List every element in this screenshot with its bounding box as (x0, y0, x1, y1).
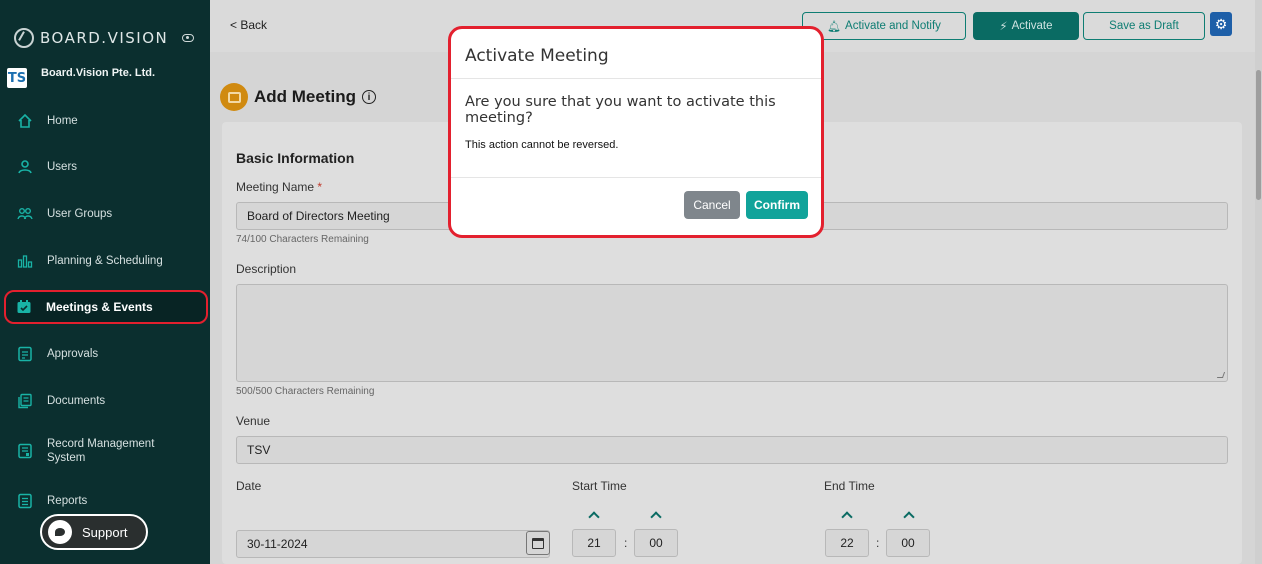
sidebar: BOARD.VISION TS Board.Vision Pte. Ltd. H… (0, 0, 210, 564)
sidebar-item-label: Meetings & Events (46, 300, 153, 314)
gear-icon: ⚙ (1214, 15, 1228, 32)
org-name: Board.Vision Pte. Ltd. (41, 67, 156, 79)
calendar-check-icon (16, 299, 32, 315)
meeting-name-label: Meeting Name * (236, 180, 323, 194)
support-label: Support (82, 524, 128, 540)
brand: BOARD.VISION (14, 26, 200, 50)
sidebar-item-record-management[interactable]: Record Management System (7, 432, 207, 470)
venue-label: Venue (236, 414, 271, 428)
sidebar-item-documents[interactable]: Documents (7, 382, 207, 420)
org-logo: TS (7, 68, 27, 88)
end-hour-up-icon[interactable] (842, 511, 852, 519)
activate-meeting-dialog: Activate Meeting Are you sure that you w… (448, 26, 824, 238)
description-textarea[interactable] (236, 284, 1228, 382)
sidebar-item-label: Reports (47, 495, 88, 507)
bell-icon: 🔔︎ (827, 20, 842, 33)
support-button[interactable]: Support (40, 514, 148, 550)
activate-button[interactable]: ⚡︎ Activate (973, 12, 1079, 40)
documents-icon (17, 393, 33, 409)
sidebar-item-label: Planning & Scheduling (47, 255, 163, 267)
sidebar-item-label: Home (47, 115, 78, 127)
sidebar-item-planning[interactable]: Planning & Scheduling (7, 242, 207, 280)
start-minute-up-icon[interactable] (651, 511, 661, 519)
sidebar-item-approvals[interactable]: Approvals (7, 335, 207, 373)
settings-button[interactable]: ⚙ (1210, 12, 1232, 36)
dialog-divider (451, 177, 821, 178)
start-hour-input[interactable]: 21 (572, 529, 616, 557)
sidebar-item-user-groups[interactable]: User Groups (7, 195, 207, 233)
end-minute-up-icon[interactable] (904, 511, 914, 519)
sidebar-toggle-icon[interactable] (182, 34, 194, 42)
date-input[interactable]: 30-11-2024 (236, 530, 550, 558)
time-separator: : (624, 536, 628, 550)
cancel-button[interactable]: Cancel (684, 191, 740, 219)
description-hint: 500/500 Characters Remaining (236, 386, 375, 397)
bar-chart-icon (17, 253, 33, 269)
info-icon[interactable]: i (362, 90, 376, 104)
chat-icon (48, 520, 72, 544)
time-separator: : (876, 536, 880, 550)
activate-notify-label: Activate and Notify (845, 20, 941, 32)
sidebar-item-label: Record Management System (47, 438, 155, 464)
sidebar-item-label: Approvals (47, 348, 99, 360)
save-draft-button[interactable]: Save as Draft (1083, 12, 1205, 40)
dialog-note: This action cannot be reversed. (465, 139, 619, 151)
calendar-icon (532, 537, 544, 549)
sidebar-item-meetings-events[interactable]: Meetings & Events (4, 290, 208, 324)
confirm-button[interactable]: Confirm (746, 191, 808, 219)
save-draft-label: Save as Draft (1109, 20, 1179, 32)
scrollbar-thumb[interactable] (1256, 70, 1261, 200)
organization[interactable]: TS Board.Vision Pte. Ltd. (7, 64, 207, 92)
start-minute-input[interactable]: 00 (634, 529, 678, 557)
end-hour-input[interactable]: 22 (825, 529, 869, 557)
description-label: Description (236, 262, 297, 276)
resize-handle-icon[interactable] (1216, 372, 1226, 378)
sidebar-item-users[interactable]: Users (7, 148, 207, 186)
bolt-icon: ⚡︎ (999, 21, 1008, 33)
page-title: Add Meeting (254, 87, 356, 106)
dialog-question: Are you sure that you want to activate t… (465, 94, 776, 126)
sidebar-item-label: Documents (47, 395, 106, 407)
users-icon (17, 206, 33, 222)
meeting-name-hint: 74/100 Characters Remaining (236, 234, 369, 245)
section-title: Basic Information (236, 150, 355, 166)
brand-logo-icon (14, 28, 34, 48)
home-icon (17, 113, 33, 129)
activate-notify-button[interactable]: 🔔︎ Activate and Notify (802, 12, 966, 40)
end-time-label: End Time (824, 479, 875, 493)
date-picker-button[interactable] (526, 531, 550, 555)
record-icon (17, 443, 33, 459)
dialog-title: Activate Meeting (465, 46, 609, 66)
back-link[interactable]: < Back (230, 18, 267, 32)
end-minute-input[interactable]: 00 (886, 529, 930, 557)
calendar-icon (220, 83, 248, 111)
brand-name: BOARD.VISION (40, 29, 169, 47)
activate-label: Activate (1011, 20, 1053, 32)
reports-icon (17, 493, 33, 509)
sidebar-item-home[interactable]: Home (7, 102, 207, 140)
start-hour-up-icon[interactable] (589, 511, 599, 519)
date-label: Date (236, 479, 262, 493)
page-header: Add Meeting i (220, 82, 376, 112)
dialog-divider (451, 78, 821, 79)
sidebar-item-label: Users (47, 161, 78, 173)
start-time-label: Start Time (572, 479, 627, 493)
venue-input[interactable]: TSV (236, 436, 1228, 464)
sidebar-item-label: User Groups (47, 208, 113, 220)
approvals-icon (17, 346, 33, 362)
user-icon (17, 159, 33, 175)
